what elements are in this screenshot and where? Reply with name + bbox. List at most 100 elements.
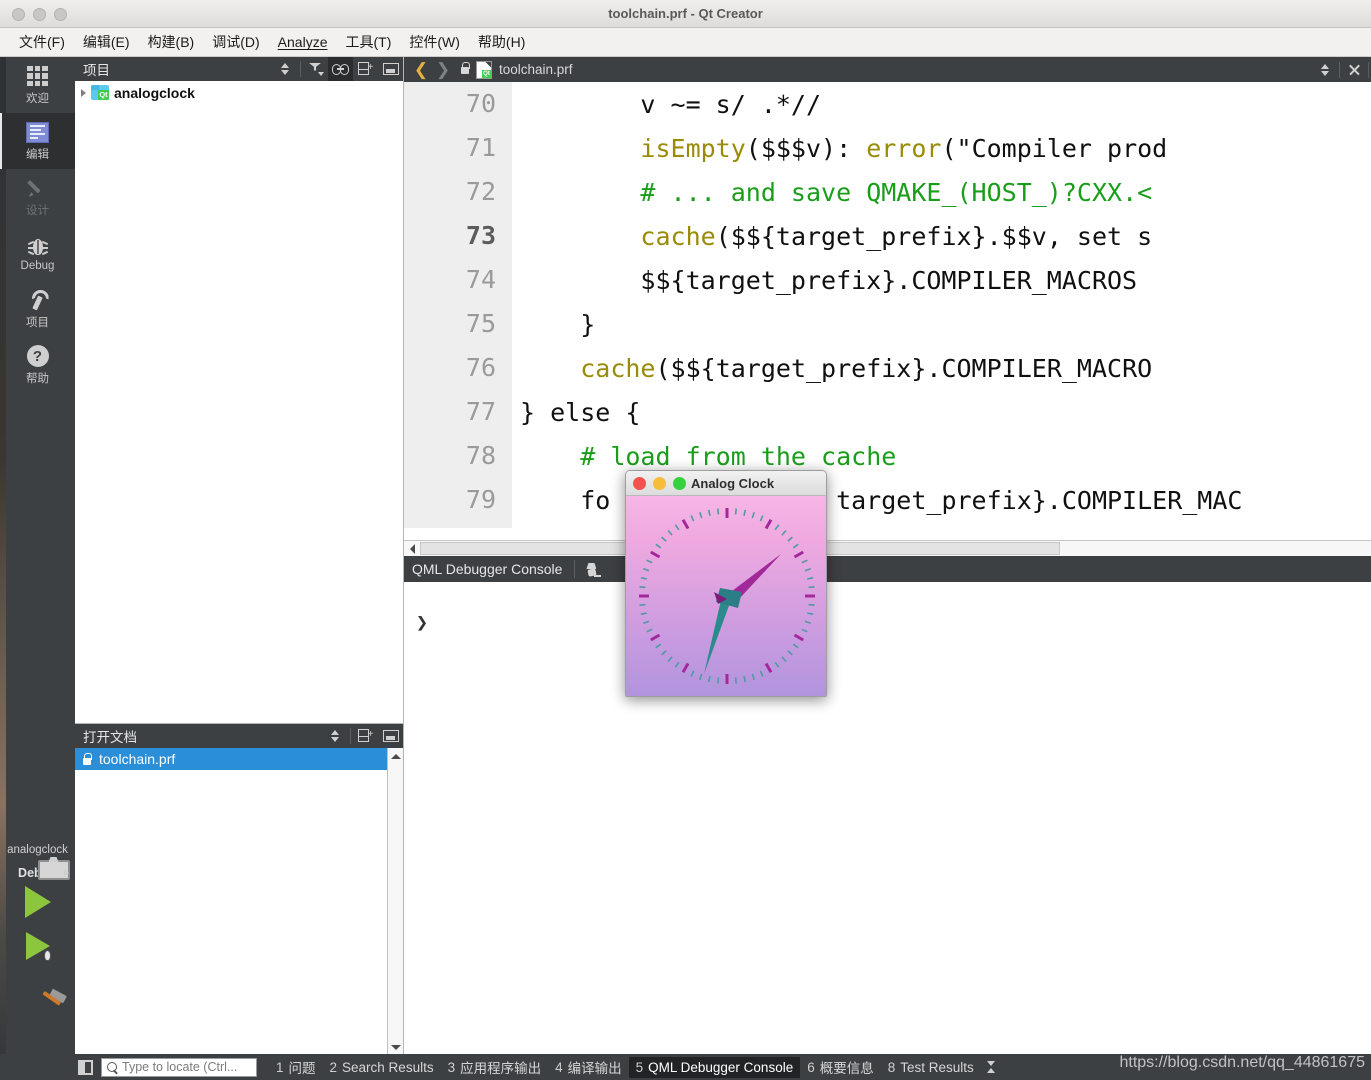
side-panel-icon[interactable] (78, 1060, 93, 1075)
close-panel-icon[interactable] (378, 57, 403, 81)
code-line[interactable]: 71 isEmpty($$$v): error("Compiler prod (404, 126, 1371, 170)
locator[interactable]: Type to locate (Ctrl... (101, 1058, 257, 1077)
zoom-window-button[interactable] (673, 477, 686, 490)
code-line[interactable]: 76 cache($${target_prefix}.COMPILER_MACR… (404, 346, 1371, 390)
sidebar-item-help[interactable]: ? 帮助 (0, 337, 75, 393)
sidebar-item-edit[interactable]: 编辑 (0, 113, 75, 169)
clock-tick-major (766, 520, 771, 529)
menu-tools[interactable]: 工具(T) (336, 29, 400, 55)
clock-tick-minor (775, 662, 779, 667)
divider (574, 560, 575, 578)
clock-tick-minor (640, 605, 646, 606)
status-item-label: Search Results (342, 1060, 434, 1075)
sync-updown-icon[interactable] (1313, 57, 1337, 82)
code-editor: ❮ ❯ Qt toolchain.prf 70 v ~= s/ .*//71 i… (404, 57, 1371, 545)
status-item-qml-debugger-console[interactable]: 5 QML Debugger Console (629, 1057, 801, 1078)
code-line[interactable]: 74 $${target_prefix}.COMPILER_MACROS (404, 258, 1371, 302)
clock-tick-minor (668, 531, 672, 536)
editor-toolbar: ❮ ❯ Qt toolchain.prf (404, 57, 1371, 82)
close-icon[interactable] (1342, 57, 1366, 82)
menu-debug[interactable]: 调试(D) (203, 29, 268, 55)
sidebar-item-debug[interactable]: Debug (0, 225, 75, 281)
code-line[interactable]: 77} else { (404, 390, 1371, 434)
status-item-test-results[interactable]: 8 Test Results (881, 1057, 981, 1078)
menu-help[interactable]: 帮助(H) (469, 29, 534, 55)
status-item-general-messages[interactable]: 6 概要信息 (800, 1054, 881, 1080)
clock-tick-minor (809, 587, 815, 588)
clock-tick-minor (793, 644, 798, 648)
code-line-text: } (512, 310, 595, 339)
status-item-label: 编译输出 (568, 1057, 622, 1077)
minimize-window-button[interactable] (653, 477, 666, 490)
code-line[interactable]: 79 fo target_prefix}.COMPILER_MAC (404, 478, 1371, 522)
kit-selector-button[interactable]: Debug (0, 860, 75, 880)
status-item-label: Test Results (900, 1060, 974, 1075)
clock-tick-minor (700, 674, 702, 680)
list-item[interactable]: toolchain.prf (75, 748, 388, 770)
status-item-label: 问题 (289, 1057, 316, 1077)
status-item-label: QML Debugger Console (648, 1060, 793, 1075)
menu-edit[interactable]: 编辑(E) (74, 29, 139, 55)
code-line[interactable]: 72 # ... and save QMAKE_(HOST_)?CXX.< (404, 170, 1371, 214)
sync-updown-icon[interactable] (323, 724, 348, 748)
code-text-area[interactable]: 70 v ~= s/ .*//71 isEmpty($$$v): error("… (404, 82, 1371, 528)
lock-icon[interactable] (460, 62, 470, 77)
link-icon[interactable] (328, 57, 353, 81)
grid-icon (27, 64, 48, 88)
status-item-search-results[interactable]: 2 Search Results (323, 1057, 441, 1078)
menu-analyze[interactable]: Analyze (269, 31, 337, 53)
menu-file[interactable]: 文件(F) (10, 29, 74, 55)
close-window-button[interactable] (633, 477, 646, 490)
status-item-number: 5 (636, 1060, 644, 1075)
projects-panel-title: 项目 (83, 59, 273, 79)
divider (1368, 62, 1369, 78)
search-input[interactable]: Type to locate (Ctrl... (122, 1060, 237, 1074)
code-line[interactable]: 80 eval($${target_prefix}.$$i (404, 522, 1371, 528)
wrench-icon (27, 288, 49, 312)
clock-tick-minor (775, 525, 779, 530)
code-line-text: fo target_prefix}.COMPILER_MAC (512, 486, 1242, 515)
scroll-left-arrow[interactable] (404, 541, 420, 556)
split-add-icon[interactable]: + (353, 57, 378, 81)
sidebar-item-projects[interactable]: 项目 (0, 281, 75, 337)
code-line-text: # load from the cache (512, 442, 896, 471)
build-button[interactable] (0, 968, 75, 1012)
open-documents-scrollbar[interactable] (387, 748, 403, 1055)
editor-filename[interactable]: toolchain.prf (499, 62, 1313, 77)
sidebar-item-welcome[interactable]: 欢迎 (0, 57, 75, 113)
line-number: 76 (404, 346, 512, 390)
chevron-right-icon[interactable] (81, 89, 86, 97)
close-panel-icon[interactable] (378, 724, 403, 748)
clock-tick-major (795, 552, 804, 557)
analog-clock-window[interactable]: Analog Clock (625, 470, 827, 697)
navigate-back-icon[interactable]: ❮ (410, 57, 432, 82)
status-item-application-output[interactable]: 3 应用程序输出 (441, 1054, 549, 1080)
analog-clock-title: Analog Clock (691, 476, 774, 491)
console-output-area[interactable]: ❯ (404, 582, 1371, 1054)
status-item-issues[interactable]: 1 问题 (269, 1054, 323, 1080)
menu-build[interactable]: 构建(B) (139, 29, 204, 55)
start-debugging-button[interactable] (0, 924, 75, 968)
project-tree-item-analogclock[interactable]: Qt analogclock (75, 81, 403, 104)
clock-tick-minor (662, 651, 667, 655)
clock-tick-minor (709, 510, 710, 516)
filter-icon[interactable] (303, 57, 328, 81)
navigate-forward-icon[interactable]: ❯ (432, 57, 454, 82)
run-button[interactable] (0, 880, 75, 924)
clock-tick-major (651, 552, 660, 557)
clock-tick-minor (760, 516, 762, 522)
code-line[interactable]: 78 # load from the cache (404, 434, 1371, 478)
menu-widgets[interactable]: 控件(W) (400, 29, 469, 55)
clock-tick-minor (752, 512, 754, 518)
code-line[interactable]: 73 cache($${target_prefix}.$$v, set s (404, 214, 1371, 258)
scroll-down-arrow[interactable] (388, 1039, 404, 1055)
code-line[interactable]: 75 } (404, 302, 1371, 346)
scroll-up-arrow[interactable] (388, 748, 404, 764)
editor-horizontal-scrollbar[interactable] (404, 540, 1371, 556)
code-line[interactable]: 70 v ~= s/ .*// (404, 82, 1371, 126)
kit-selector-area: analogclock Debug (0, 834, 75, 1054)
split-add-icon[interactable]: + (353, 724, 378, 748)
code-line-text: v ~= s/ .*// (512, 90, 821, 119)
status-item-compile-output[interactable]: 4 编译输出 (548, 1054, 629, 1080)
sync-updown-icon[interactable] (273, 57, 298, 81)
